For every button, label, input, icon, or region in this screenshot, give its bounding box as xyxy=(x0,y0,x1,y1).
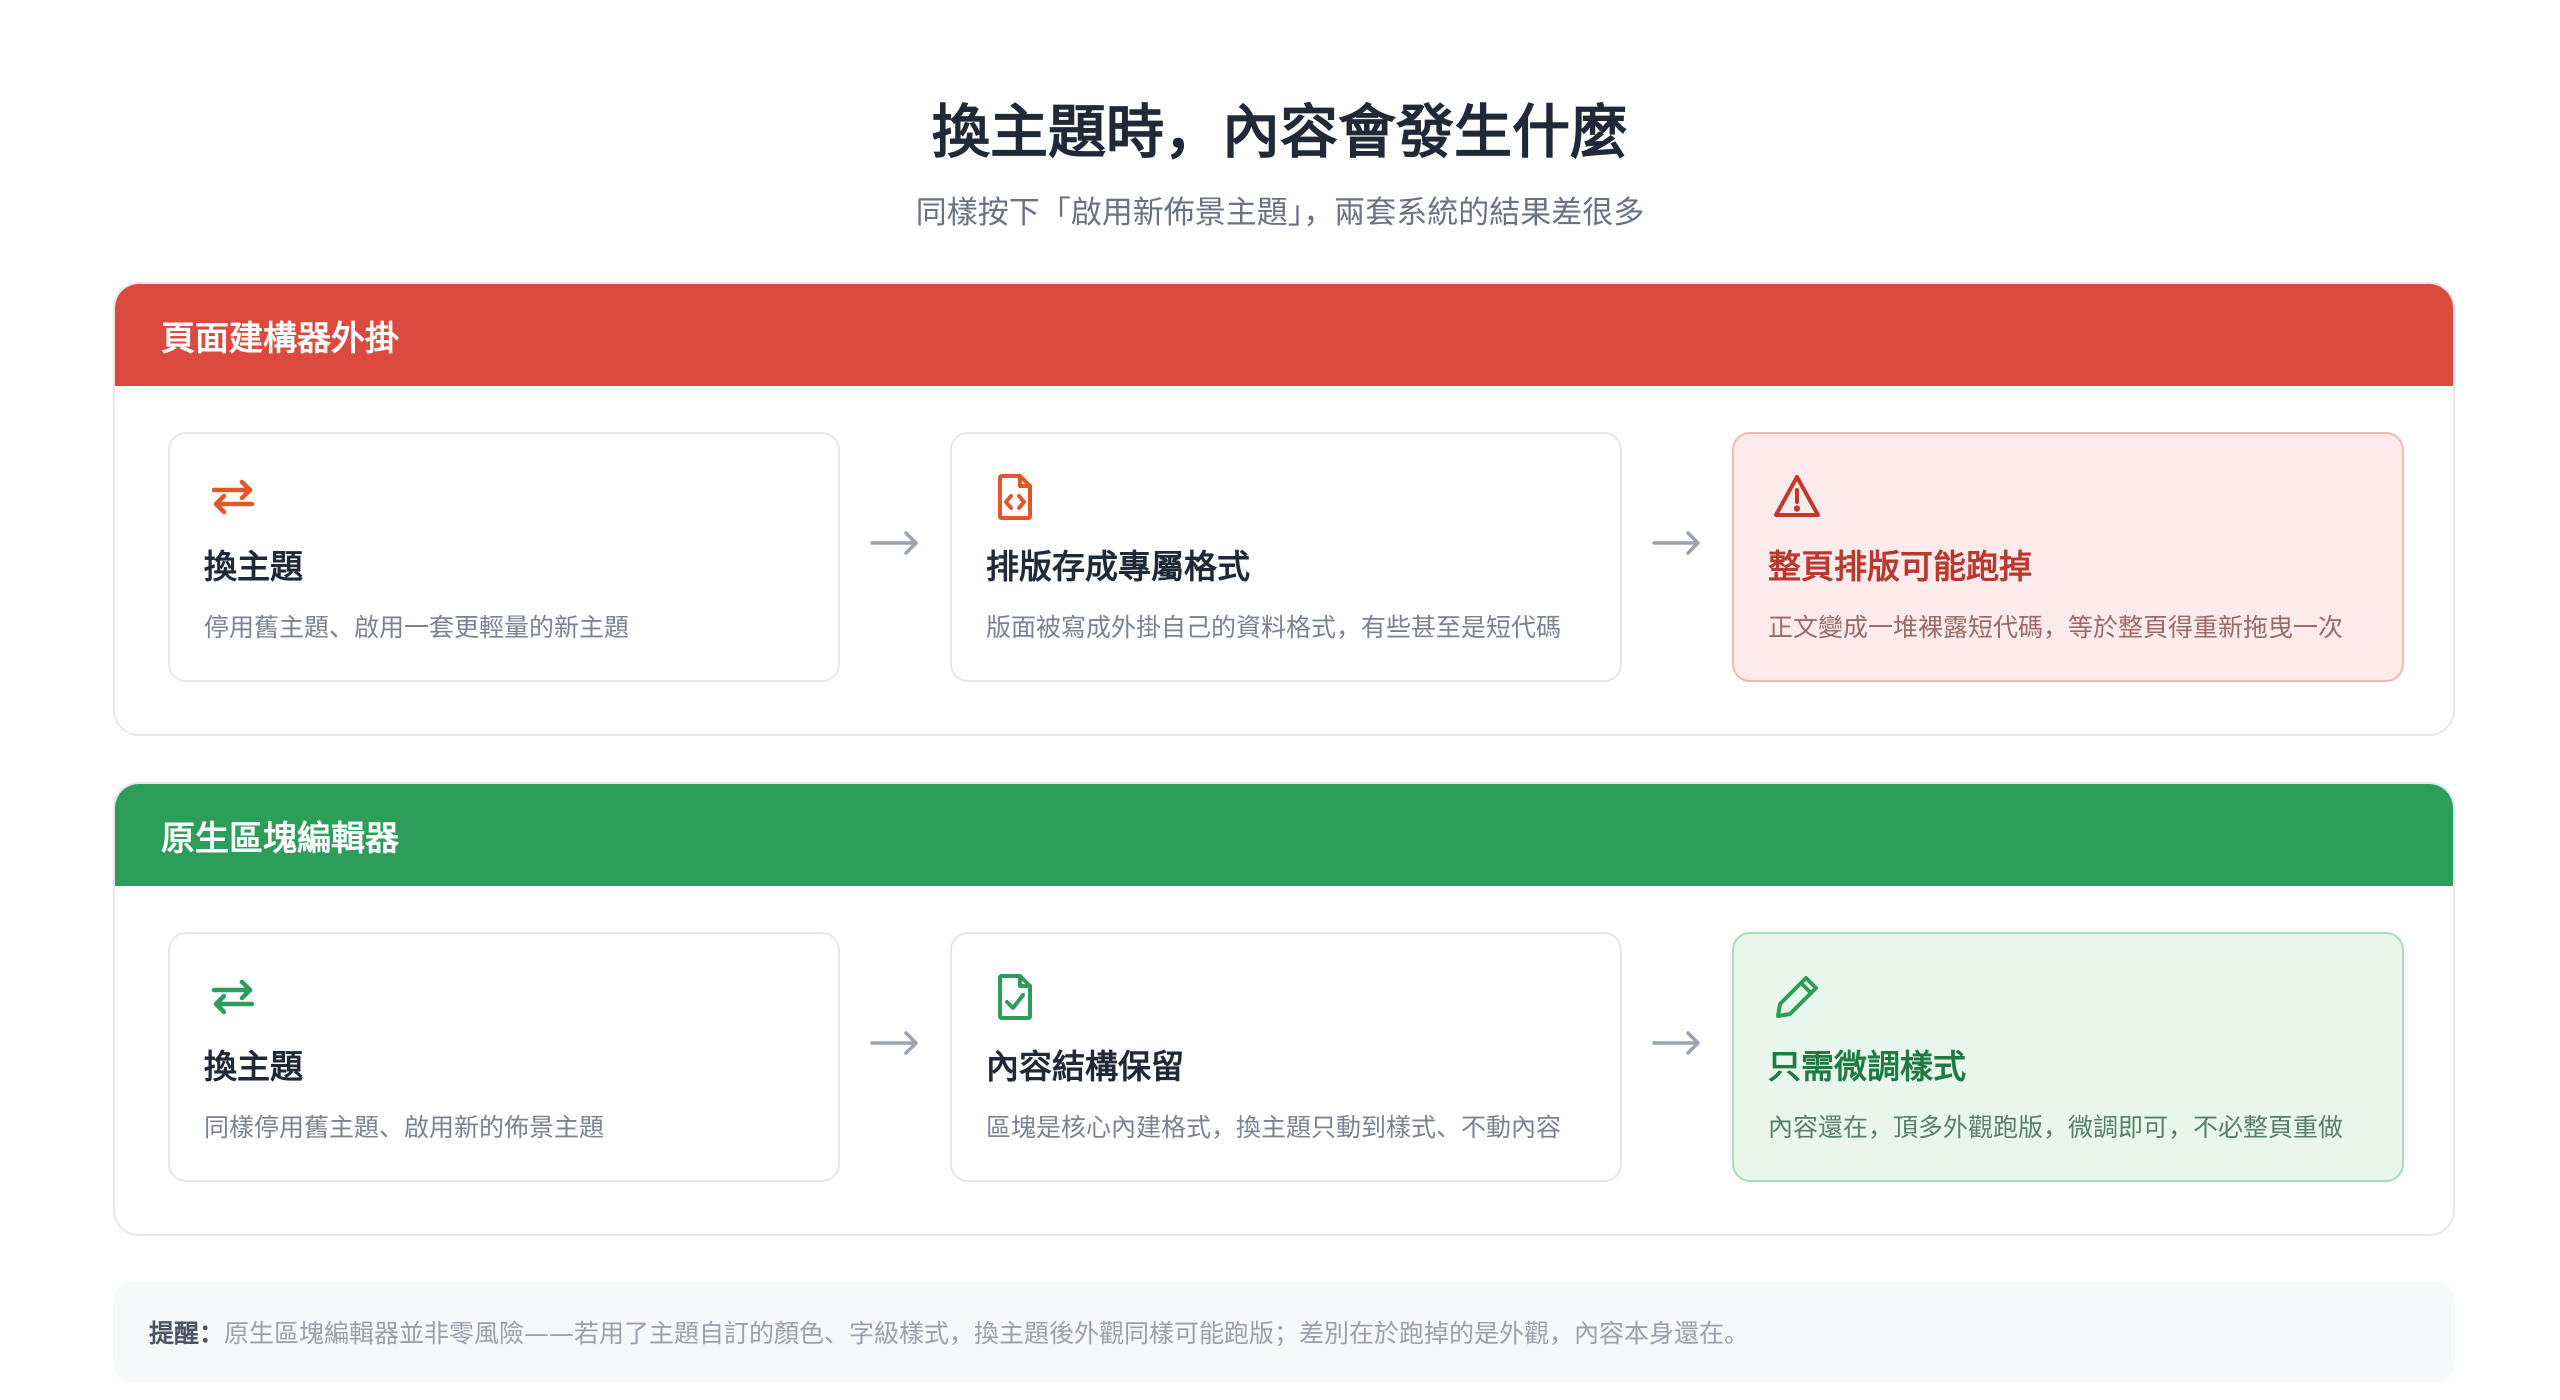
card-title: 整頁排版可能跑掉 xyxy=(1768,547,2032,586)
card-description: 版面被寫成外掛自己的資料格式，有些甚至是短代碼 xyxy=(986,613,1562,642)
page-title: 換主題時，內容會發生什麼 xyxy=(931,98,1628,166)
step-card-layout-broken: 整頁排版可能跑掉 正文變成一堆裸露短代碼，等於整頁得重新拖曳一次 xyxy=(1732,432,2404,682)
checked-file-icon xyxy=(990,972,1040,1022)
pencil-icon xyxy=(1772,972,1822,1022)
card-title: 內容結構保留 xyxy=(986,1047,1184,1086)
swap-arrows-icon xyxy=(208,972,258,1022)
step-card-switch-theme: 換主題 停用舊主題、啟用一套更輕量的新主題 xyxy=(168,432,840,682)
arrow-right-icon xyxy=(1650,1028,1704,1058)
swap-arrows-icon xyxy=(208,472,258,522)
page: 換主題時，內容會發生什麼 同樣按下「啟用新佈景主題」，兩套系統的結果差很多 頁面… xyxy=(0,0,2560,1400)
warning-triangle-icon xyxy=(1772,472,1822,522)
arrow-right-icon xyxy=(868,1028,922,1058)
panel-heading: 頁面建構器外掛 xyxy=(115,284,2453,386)
arrow-right-icon xyxy=(868,528,922,558)
arrow-right-icon xyxy=(1650,528,1704,558)
card-title: 排版存成專屬格式 xyxy=(986,547,1250,586)
card-title: 只需微調樣式 xyxy=(1768,1047,1966,1086)
code-file-icon xyxy=(990,472,1040,522)
card-description: 同樣停用舊主題、啟用新的佈景主題 xyxy=(204,1113,605,1142)
block-editor-panel: 原生區塊編輯器 換主題 同樣停用舊主題、啟用新的佈景主題 內容結構保留 區塊是核… xyxy=(113,782,2455,1236)
reminder-note: 提醒： 原生區塊編輯器並非零風險——若用了主題自訂的顏色、字級樣式，換主題後外觀同… xyxy=(113,1282,2455,1382)
step-card-proprietary-format: 排版存成專屬格式 版面被寫成外掛自己的資料格式，有些甚至是短代碼 xyxy=(950,432,1622,682)
card-description: 停用舊主題、啟用一套更輕量的新主題 xyxy=(204,613,630,642)
step-card-switch-theme: 換主題 同樣停用舊主題、啟用新的佈景主題 xyxy=(168,932,840,1182)
page-subtitle: 同樣按下「啟用新佈景主題」，兩套系統的結果差很多 xyxy=(915,195,1645,231)
note-label: 提醒： xyxy=(149,1319,225,1348)
panel-heading: 原生區塊編輯器 xyxy=(115,784,2453,886)
note-text: 原生區塊編輯器並非零風險——若用了主題自訂的顏色、字級樣式，換主題後外觀同樣可能… xyxy=(224,1319,1750,1348)
card-title: 換主題 xyxy=(204,1047,303,1086)
card-description: 正文變成一堆裸露短代碼，等於整頁得重新拖曳一次 xyxy=(1768,613,2344,642)
page-builder-panel: 頁面建構器外掛 換主題 停用舊主題、啟用一套更輕量的新主題 排版存成專屬格式 版… xyxy=(113,282,2455,736)
card-description: 區塊是核心內建格式，換主題只動到樣式、不動內容 xyxy=(986,1113,1562,1142)
card-description: 內容還在，頂多外觀跑版，微調即可，不必整頁重做 xyxy=(1768,1113,2344,1142)
card-title: 換主題 xyxy=(204,547,303,586)
step-card-structure-kept: 內容結構保留 區塊是核心內建格式，換主題只動到樣式、不動內容 xyxy=(950,932,1622,1182)
step-card-style-tweak: 只需微調樣式 內容還在，頂多外觀跑版，微調即可，不必整頁重做 xyxy=(1732,932,2404,1182)
